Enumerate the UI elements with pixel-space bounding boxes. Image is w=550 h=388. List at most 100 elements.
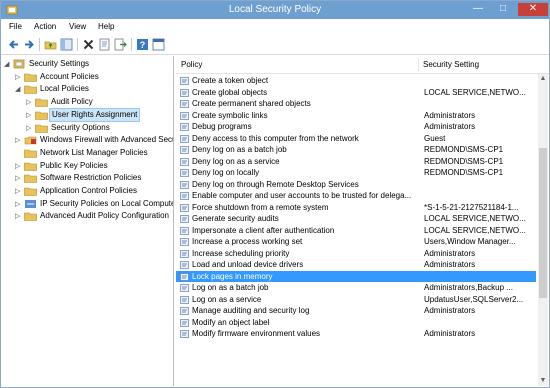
navigation-tree[interactable]: ◢ Security Settings ▷ Account Policies ◢ Loca…: [3, 56, 174, 386]
policy-row[interactable]: Deny log on as a batch job REDMOND\SMS-CP…: [176, 144, 536, 156]
policy-name: Modify an object label: [192, 317, 270, 327]
column-header-policy[interactable]: Policy: [181, 56, 202, 73]
policy-name: Deny log on as a service: [192, 156, 280, 166]
policy-icon: [180, 169, 189, 177]
policy-icon: [180, 330, 189, 338]
policy-security-setting: REDMOND\SMS-CP1: [424, 145, 504, 154]
policy-row[interactable]: Create symbolic links Administrators: [176, 110, 536, 122]
policy-icon: [180, 318, 189, 327]
policy-row[interactable]: Generate security audits LOCAL SERVICE,NE…: [176, 213, 536, 225]
policy-row[interactable]: Debug programs Administrators: [176, 121, 536, 133]
scroll-down-arrow-icon[interactable]: ▼: [538, 376, 548, 386]
scroll-up-arrow-icon[interactable]: ▲: [538, 74, 548, 84]
policy-list[interactable]: Policy Security Setting Create a token o…: [176, 56, 549, 386]
folder-icon: [24, 149, 37, 158]
column-header-security-setting[interactable]: Security Setting: [423, 56, 479, 73]
tree-item-label: Application Control Policies: [40, 186, 137, 195]
toolbar-separator: [131, 38, 132, 51]
menu-help[interactable]: Help: [98, 22, 114, 31]
collapsed-arrow-icon[interactable]: ▷: [15, 188, 22, 195]
collapsed-arrow-icon[interactable]: ▷: [15, 201, 22, 208]
policy-name: Manage auditing and security log: [192, 306, 310, 315]
toolbar: ?: [1, 35, 549, 55]
policy-row[interactable]: Create global objects LOCAL SERVICE,NETWO…: [176, 87, 536, 99]
collapsed-arrow-icon[interactable]: ▷: [15, 163, 22, 170]
header-separator: [176, 73, 549, 74]
tree-item-label: Security Options: [51, 122, 110, 132]
policy-row[interactable]: Create a token object: [176, 75, 536, 87]
menu-file[interactable]: File: [9, 22, 22, 31]
back-arrow-icon[interactable]: [7, 38, 20, 51]
delete-icon[interactable]: [82, 38, 95, 51]
close-button[interactable]: ✕: [518, 3, 548, 16]
folder-icon: [24, 86, 37, 95]
title-bar[interactable]: Local Security Policy — □ ✕: [1, 1, 549, 19]
column-divider[interactable]: [418, 58, 419, 71]
collapsed-arrow-icon[interactable]: ▷: [15, 213, 22, 220]
maximize-button[interactable]: □: [496, 3, 510, 16]
policy-security-setting: Administrators: [424, 306, 476, 315]
policy-row[interactable]: Increase a process working set Users,Wind…: [176, 236, 536, 248]
policy-row[interactable]: Impersonate a client after authenticatio…: [176, 225, 536, 237]
policy-row[interactable]: Force shutdown from a remote system *S-1-…: [176, 202, 536, 214]
collapsed-arrow-icon[interactable]: ▷: [15, 137, 22, 144]
policy-row[interactable]: Load and unload device drivers Administra…: [176, 259, 536, 271]
policy-row[interactable]: Lock pages in memory: [176, 270, 536, 282]
policy-name: Force shutdown from a remote system: [192, 202, 329, 212]
policy-name: Create permanent shared objects: [192, 99, 311, 108]
policy-icon: [180, 284, 189, 292]
policy-security-setting: Administrators,Backup ...: [424, 283, 513, 292]
policy-row[interactable]: Deny access to this computer from the ne…: [176, 133, 536, 145]
scroll-thumb[interactable]: [539, 148, 547, 298]
console-icon[interactable]: [152, 38, 165, 51]
tree-item-label: Software Restriction Policies: [40, 173, 142, 183]
collapsed-arrow-icon[interactable]: ▷: [26, 125, 33, 132]
policy-row[interactable]: Log on as a service UpdatusUser,SQLServer…: [176, 294, 536, 306]
vertical-scrollbar[interactable]: ▲ ▼: [538, 74, 548, 386]
policy-security-setting: Administrators: [424, 110, 476, 120]
up-folder-icon[interactable]: [44, 38, 57, 51]
expanded-arrow-icon[interactable]: ◢: [15, 86, 22, 93]
collapsed-arrow-icon[interactable]: ▷: [15, 175, 22, 182]
policy-name: Impersonate a client after authenticatio…: [192, 225, 335, 235]
ip-security-icon: [25, 199, 36, 208]
policy-security-setting: REDMOND\SMS-CP1: [424, 156, 504, 166]
local-security-policy-window: Local Security Policy — □ ✕ File Action …: [0, 0, 550, 388]
collapsed-arrow-icon[interactable]: ▷: [26, 112, 33, 119]
folder-icon: [24, 213, 37, 222]
collapsed-arrow-icon[interactable]: ▷: [15, 74, 22, 81]
policy-row[interactable]: Modify firmware environment values Admini…: [176, 328, 536, 340]
policy-row[interactable]: Create permanent shared objects: [176, 98, 536, 110]
policy-row[interactable]: Modify an object label: [176, 317, 536, 329]
policy-security-setting: Administrators: [424, 122, 476, 131]
policy-row[interactable]: Manage auditing and security log Administ…: [176, 305, 536, 317]
export-list-icon[interactable]: [114, 38, 127, 51]
expanded-arrow-icon[interactable]: ◢: [4, 61, 11, 68]
forward-arrow-icon[interactable]: [23, 38, 36, 51]
policy-row[interactable]: Deny log on locally REDMOND\SMS-CP1: [176, 167, 536, 179]
show-hide-tree-icon[interactable]: [60, 38, 73, 51]
toolbar-separator: [39, 38, 40, 51]
help-icon[interactable]: ?: [136, 38, 149, 51]
policy-row[interactable]: Log on as a batch job Administrators,Back…: [176, 282, 536, 294]
collapsed-arrow-icon[interactable]: ▷: [26, 99, 33, 106]
policy-security-setting: Administrators: [424, 260, 476, 269]
policy-row[interactable]: Deny log on through Remote Desktop Servi…: [176, 179, 536, 191]
policy-row[interactable]: Deny log on as a service REDMOND\SMS-CP1: [176, 156, 536, 168]
policy-row[interactable]: Increase scheduling priority Administrato…: [176, 248, 536, 260]
properties-icon[interactable]: [98, 38, 111, 51]
policy-icon: [180, 226, 189, 235]
tree-item-label: Local Policies: [40, 84, 89, 94]
policy-icon: [180, 192, 189, 200]
policy-icon: [180, 157, 189, 166]
minimize-button[interactable]: —: [471, 3, 485, 16]
tree-item-label: User Rights Assignment: [49, 107, 141, 122]
menu-view[interactable]: View: [69, 22, 86, 31]
policy-security-setting: LOCAL SERVICE,NETWO...: [424, 214, 526, 223]
policy-icon: [180, 77, 189, 85]
policy-name: Create global objects: [192, 87, 268, 97]
window-title: Local Security Policy: [228, 4, 322, 15]
policy-rows: Create a token object Create global objec…: [176, 75, 536, 340]
policy-row[interactable]: Enable computer and user accounts to be …: [176, 190, 536, 202]
menu-action[interactable]: Action: [34, 22, 56, 31]
